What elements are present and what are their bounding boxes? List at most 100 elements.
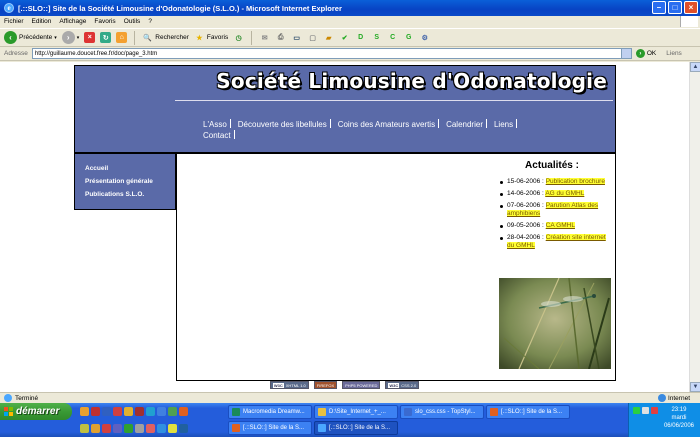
quick-launch-icon[interactable]	[124, 407, 133, 416]
quick-launch-icon[interactable]	[179, 424, 188, 433]
quick-launch-icon[interactable]	[168, 424, 177, 433]
task-folder[interactable]: D:\Site_Internet_+_...	[314, 405, 398, 419]
menu-bar: Fichier Edition Affichage Favoris Outils…	[0, 16, 700, 27]
badge-css[interactable]: W3C CSS 2.0	[385, 381, 420, 389]
menu-help[interactable]: ?	[148, 18, 152, 25]
home-icon[interactable]: ⌂	[116, 32, 128, 43]
network-icon[interactable]	[633, 407, 640, 414]
nav-contact[interactable]: Contact	[203, 131, 231, 140]
sidebar-item-presentation[interactable]: Présentation générale	[85, 175, 175, 188]
maximize-button[interactable]: □	[668, 1, 682, 14]
window-title: [.::SLO::] Site de la Société Limousine …	[18, 3, 342, 13]
nav-decouverte[interactable]: Découverte des libellules	[238, 120, 327, 129]
title-bar: e [.::SLO::] Site de la Société Limousin…	[0, 0, 700, 16]
quick-launch-icon[interactable]	[91, 407, 100, 416]
quick-launch-icon[interactable]	[168, 407, 177, 416]
forward-arrow-icon: ›	[61, 31, 75, 44]
edit-icon[interactable]: ▭	[291, 32, 302, 43]
menu-outils[interactable]: Outils	[124, 18, 141, 25]
nav-asso[interactable]: L'Asso	[203, 120, 227, 129]
badge-php5[interactable]: PHP5 POWERED	[342, 381, 381, 389]
address-input[interactable]: http://guillaume.doucet.free.fr/doc/page…	[31, 48, 632, 59]
mail-icon[interactable]: ✉	[259, 32, 270, 43]
close-button[interactable]: ×	[684, 1, 698, 14]
nav-liens[interactable]: Liens	[494, 120, 513, 129]
plugin-icon[interactable]: ⚙	[419, 32, 430, 43]
stop-icon[interactable]: ×	[84, 32, 96, 43]
print-icon[interactable]: ⎙	[275, 32, 286, 43]
address-bar: Adresse http://guillaume.doucet.free.fr/…	[0, 47, 700, 61]
menu-edition[interactable]: Edition	[32, 18, 52, 25]
quick-launch-icon[interactable]	[157, 407, 166, 416]
menu-fichier[interactable]: Fichier	[4, 18, 24, 25]
menu-favoris[interactable]: Favoris	[94, 18, 115, 25]
news-link[interactable]: CA GMHL	[545, 222, 575, 229]
quick-launch-icon[interactable]	[179, 407, 188, 416]
news-link[interactable]: AG du GMHL	[545, 190, 585, 197]
antivirus-icon[interactable]	[651, 407, 658, 414]
minimize-button[interactable]: –	[652, 1, 666, 14]
news-item: 28-04-2006 : Création site internet du G…	[500, 234, 606, 249]
taskbar: démarrer Macromedia Dreamw... D:\Site_In…	[0, 403, 700, 437]
sidebar-item-publications[interactable]: Publications S.L.O.	[85, 188, 175, 201]
menu-affichage[interactable]: Affichage	[59, 18, 86, 25]
sidebar-item-accueil[interactable]: Accueil	[85, 162, 175, 175]
quick-launch-icon[interactable]	[146, 407, 155, 416]
quick-launch-icon[interactable]	[157, 424, 166, 433]
history-icon[interactable]: ◷	[233, 32, 244, 43]
internet-explorer-icon	[318, 424, 326, 432]
news-link[interactable]: Publication brochure	[545, 178, 605, 185]
news-item: 15-06-2006 : Publication brochure	[500, 178, 607, 186]
start-button[interactable]: démarrer	[0, 403, 72, 420]
quick-launch-icon[interactable]	[113, 407, 122, 416]
quick-launch-icon[interactable]	[113, 424, 122, 433]
quick-launch-icon[interactable]	[80, 424, 89, 433]
internet-explorer-icon: e	[4, 3, 14, 13]
check-icon[interactable]: ✔	[339, 32, 350, 43]
firefox-icon	[490, 408, 498, 416]
badge-xhtml[interactable]: W3C XHTML 1.0	[269, 381, 309, 389]
go-button[interactable]: › OK	[635, 49, 656, 58]
s-icon[interactable]: S	[371, 32, 382, 43]
toolbar: ‹ Précédente ▾ › ▾ × ↻ ⌂ 🔍 Rechercher ★ …	[0, 28, 700, 47]
task-ie-active[interactable]: [.::SLO::] Site de la S...	[314, 421, 398, 435]
quick-launch-icon[interactable]	[102, 407, 111, 416]
task-dreamweaver[interactable]: Macromedia Dreamw...	[228, 405, 312, 419]
status-text: Terminé	[15, 394, 39, 402]
clock[interactable]: 23:19 mardi 06/06/2006	[664, 406, 694, 430]
quick-launch-icon[interactable]	[91, 424, 100, 433]
c-icon[interactable]: C	[387, 32, 398, 43]
g-icon[interactable]: G	[403, 32, 414, 43]
quick-launch-icon[interactable]	[124, 424, 133, 433]
links-button[interactable]: Liens	[666, 50, 682, 57]
back-arrow-icon: ‹	[4, 31, 17, 44]
quick-launch-icon[interactable]	[102, 424, 111, 433]
favorites-button[interactable]: ★ Favoris	[194, 32, 228, 43]
badge-firefox[interactable]: FIREFOX	[313, 381, 338, 389]
quick-launch-icon[interactable]	[135, 407, 144, 416]
go-arrow-icon: ›	[635, 49, 645, 58]
refresh-icon[interactable]: ↻	[100, 32, 112, 43]
chevron-down-icon[interactable]	[620, 49, 631, 58]
quick-launch-icon[interactable]	[146, 424, 155, 433]
main-nav: L'Asso Découverte des libellules Coins des…	[203, 119, 603, 141]
d-icon[interactable]: D	[355, 32, 366, 43]
vertical-scrollbar[interactable]: ▲ ▼	[689, 62, 700, 392]
scroll-down-icon[interactable]: ▼	[690, 382, 700, 392]
nav-coins-amateurs[interactable]: Coins des Amateurs avertis	[338, 120, 435, 129]
quick-launch-icon[interactable]	[80, 407, 89, 416]
nav-calendrier[interactable]: Calendrier	[446, 120, 483, 129]
back-button[interactable]: ‹ Précédente ▾	[4, 31, 57, 44]
quick-launch-icon[interactable]	[135, 424, 144, 433]
firefox-icon	[232, 424, 240, 432]
volume-icon[interactable]	[642, 407, 649, 414]
tray-icons	[633, 407, 658, 414]
task-topstyle[interactable]: slo_css.css - TopStyl...	[400, 405, 484, 419]
task-firefox[interactable]: [.::SLO::] Site de la S...	[486, 405, 570, 419]
discuss-icon[interactable]: ▢	[307, 32, 318, 43]
forward-button[interactable]: › ▾	[61, 31, 79, 44]
folder-icon[interactable]: ▰	[323, 32, 334, 43]
task-firefox-2[interactable]: [.::SLO::] Site de la S...	[228, 421, 312, 435]
search-button[interactable]: 🔍 Rechercher	[142, 32, 188, 43]
scroll-up-icon[interactable]: ▲	[690, 62, 700, 72]
